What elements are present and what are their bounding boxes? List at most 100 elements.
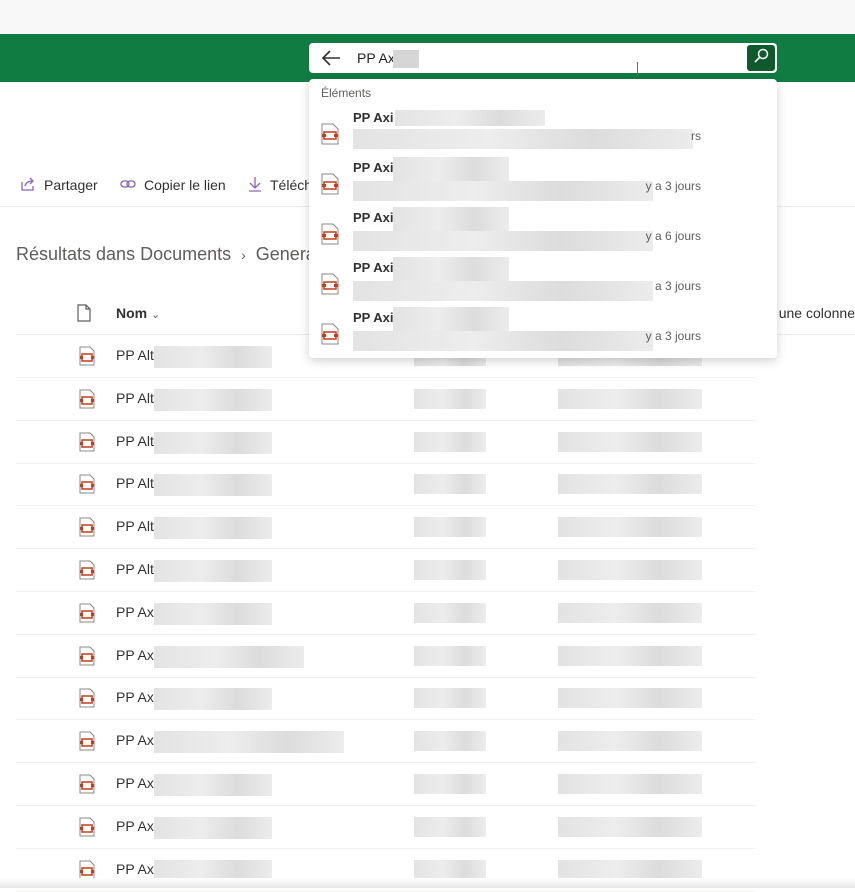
redacted-text bbox=[414, 688, 486, 709]
search-box[interactable]: PP Ax bbox=[309, 43, 777, 73]
powerpoint-file-icon bbox=[321, 323, 339, 350]
suggestion-meta: a 3 jours bbox=[654, 279, 701, 293]
redacted-text bbox=[154, 346, 272, 368]
redacted-text bbox=[558, 816, 702, 837]
arrow-left-icon[interactable] bbox=[321, 49, 341, 67]
redacted-text bbox=[353, 331, 653, 351]
breadcrumb: Résultats dans Documents › Genera bbox=[16, 244, 316, 265]
powerpoint-file-icon bbox=[78, 432, 96, 457]
table-row[interactable]: PP Axi bbox=[16, 805, 756, 849]
share-label: Partager bbox=[44, 177, 98, 193]
download-icon bbox=[248, 176, 270, 195]
share-button[interactable]: Partager bbox=[20, 170, 98, 200]
table-row[interactable]: PP Axi bbox=[16, 762, 756, 806]
redacted-text bbox=[154, 560, 272, 582]
redacted-text bbox=[154, 474, 272, 497]
suggestion-item[interactable]: PP Axi y a 6 jours bbox=[309, 207, 777, 257]
redacted-text bbox=[414, 560, 486, 580]
powerpoint-file-icon bbox=[78, 346, 96, 371]
breadcrumb-root[interactable]: Résultats dans Documents bbox=[16, 244, 231, 265]
column-header-name[interactable]: Nom ⌄ bbox=[116, 305, 160, 321]
redacted-text bbox=[154, 688, 272, 711]
file-name[interactable]: PP Axi bbox=[116, 647, 157, 663]
redacted-text bbox=[414, 474, 486, 495]
link-icon bbox=[120, 176, 144, 195]
search-query-text[interactable]: PP Ax bbox=[357, 43, 395, 73]
text-cursor bbox=[637, 62, 638, 76]
redacted-text bbox=[558, 774, 702, 794]
powerpoint-file-icon bbox=[321, 173, 339, 200]
powerpoint-file-icon bbox=[321, 123, 339, 150]
redacted-text bbox=[154, 388, 272, 411]
file-name[interactable]: PP Alt bbox=[116, 347, 154, 363]
file-name[interactable]: PP Alt bbox=[116, 561, 154, 577]
redacted-text bbox=[395, 110, 545, 126]
redacted-query-text bbox=[393, 50, 419, 68]
file-name[interactable]: PP Alt bbox=[116, 518, 154, 534]
file-name[interactable]: PP Axi bbox=[116, 732, 157, 748]
table-row[interactable]: PP Alt bbox=[16, 462, 756, 507]
document-icon[interactable] bbox=[76, 304, 92, 327]
redacted-text bbox=[154, 517, 272, 540]
powerpoint-file-icon bbox=[78, 560, 96, 585]
redacted-text bbox=[154, 816, 272, 839]
file-name[interactable]: PP Axi bbox=[116, 818, 157, 834]
redacted-text bbox=[353, 181, 653, 201]
table-row[interactable]: PP Axi bbox=[16, 719, 756, 764]
suggestion-item[interactable]: PP Axi y a 3 jours bbox=[309, 307, 777, 357]
suggestion-item[interactable]: PP Axi a 3 jours bbox=[309, 257, 777, 307]
bottom-edge bbox=[0, 878, 855, 888]
redacted-text bbox=[353, 129, 693, 149]
redacted-text bbox=[353, 231, 653, 251]
redacted-text bbox=[414, 388, 486, 409]
suggestion-meta: rs bbox=[691, 129, 701, 143]
table-row[interactable]: PP Axi bbox=[16, 591, 756, 635]
redacted-text bbox=[558, 731, 702, 752]
table-row[interactable]: PP Alt bbox=[16, 548, 756, 592]
powerpoint-file-icon bbox=[78, 389, 96, 414]
powerpoint-file-icon bbox=[78, 817, 96, 842]
redacted-text bbox=[414, 431, 486, 452]
file-name[interactable]: PP Axi bbox=[116, 861, 157, 877]
powerpoint-file-icon bbox=[78, 603, 96, 628]
suggestion-meta: y a 3 jours bbox=[645, 329, 701, 343]
add-column-button[interactable]: une colonne bbox=[779, 305, 855, 321]
breadcrumb-current[interactable]: Genera bbox=[256, 244, 316, 265]
file-name[interactable]: PP Alt bbox=[116, 475, 154, 491]
file-name[interactable]: PP Axi bbox=[116, 604, 157, 620]
file-name[interactable]: PP Alt bbox=[116, 433, 154, 449]
powerpoint-file-icon bbox=[78, 688, 96, 713]
chevron-down-icon: ⌄ bbox=[151, 309, 161, 321]
table-row[interactable]: PP Alt bbox=[16, 420, 756, 464]
redacted-text bbox=[558, 517, 702, 538]
redacted-text bbox=[414, 859, 486, 880]
redacted-text bbox=[558, 602, 702, 623]
table-row[interactable]: PP Alt bbox=[16, 377, 756, 421]
download-button[interactable]: Téléch bbox=[248, 170, 312, 200]
file-name[interactable]: PP Axi bbox=[116, 689, 157, 705]
suggestion-meta: y a 3 jours bbox=[645, 179, 701, 193]
file-name[interactable]: PP Axi bbox=[116, 775, 157, 791]
search-icon bbox=[753, 48, 769, 69]
redacted-text bbox=[154, 602, 272, 625]
redacted-text bbox=[353, 281, 653, 301]
download-label: Téléch bbox=[270, 177, 313, 193]
powerpoint-file-icon bbox=[78, 731, 96, 756]
suggestion-item[interactable]: PP Axi rs bbox=[309, 107, 777, 157]
redacted-text bbox=[154, 731, 344, 754]
table-row[interactable]: PP Axi bbox=[16, 676, 756, 721]
file-name[interactable]: PP Alt bbox=[116, 390, 154, 406]
redacted-text bbox=[558, 431, 702, 452]
table-row[interactable]: PP Axi bbox=[16, 634, 756, 678]
share-icon bbox=[20, 176, 44, 195]
copy-link-button[interactable]: Copier le lien bbox=[120, 170, 226, 200]
table-row[interactable]: PP Alt bbox=[16, 505, 756, 550]
redacted-text bbox=[414, 774, 486, 794]
redacted-text bbox=[558, 560, 702, 580]
powerpoint-file-icon bbox=[321, 223, 339, 250]
copy-link-label: Copier le lien bbox=[144, 177, 226, 193]
search-submit-button[interactable] bbox=[747, 45, 775, 71]
suggestion-name: PP Axi bbox=[353, 310, 394, 325]
suggestion-item[interactable]: PP Axi y a 3 jours bbox=[309, 157, 777, 207]
powerpoint-file-icon bbox=[78, 517, 96, 542]
